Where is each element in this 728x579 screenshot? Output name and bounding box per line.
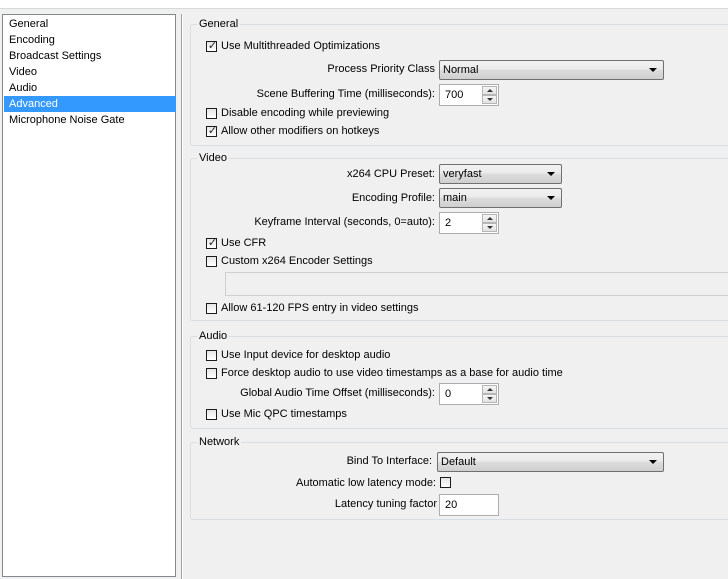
bind-interface-label: Bind To Interface: [346, 455, 432, 467]
checkmark-icon: ✓ [207, 125, 218, 137]
sidebar-item-advanced[interactable]: Advanced [4, 96, 176, 112]
checkmark-icon: ✓ [207, 237, 218, 249]
use-cfr-checkbox[interactable]: ✓ [206, 237, 218, 249]
fps-entry-checkbox[interactable] [206, 303, 217, 314]
priority-value: Normal [443, 64, 479, 76]
hotkey-modifiers-label[interactable]: Allow other modifiers on hotkeys [221, 123, 379, 139]
bind-interface-dropdown[interactable]: Default [437, 452, 664, 472]
general-group-title: General [197, 18, 241, 31]
buffering-spinbox[interactable]: 700 [439, 84, 499, 106]
spin-up-icon[interactable] [482, 86, 497, 95]
spin-up-icon[interactable] [482, 214, 497, 223]
cpu-preset-dropdown[interactable]: veryfast [439, 164, 562, 184]
buffering-label: Scene Buffering Time (milliseconds): [256, 88, 435, 100]
network-group-title: Network [197, 436, 242, 449]
window-top-strip [0, 0, 728, 9]
custom-x264-settings-input[interactable] [225, 272, 728, 296]
force-timestamps-checkbox[interactable] [206, 368, 217, 379]
input-device-checkbox[interactable] [206, 350, 217, 361]
sidebar-item-encoding[interactable]: Encoding [4, 32, 176, 48]
low-latency-checkbox[interactable] [440, 477, 451, 488]
hotkey-modifiers-checkbox[interactable]: ✓ [206, 125, 218, 137]
disable-encoding-label[interactable]: Disable encoding while previewing [221, 105, 389, 121]
sidebar-item-audio[interactable]: Audio [4, 80, 176, 96]
keyframe-spinbox[interactable]: 2 [439, 212, 499, 234]
multithreaded-label[interactable]: Use Multithreaded Optimizations [221, 38, 380, 54]
spin-up-icon[interactable] [482, 385, 497, 394]
checkmark-icon: ✓ [207, 40, 218, 52]
sidebar-item-microphone-noise-gate[interactable]: Microphone Noise Gate [4, 112, 176, 128]
priority-dropdown[interactable]: Normal [439, 60, 664, 80]
low-latency-label: Automatic low latency mode: [295, 477, 436, 489]
mic-qpc-checkbox[interactable] [206, 409, 217, 420]
chevron-down-icon [649, 460, 657, 464]
cpu-preset-label: x264 CPU Preset: [346, 168, 435, 180]
buffering-value: 700 [445, 89, 464, 101]
spin-down-icon[interactable] [482, 394, 497, 403]
sidebar-item-video[interactable]: Video [4, 64, 176, 80]
chevron-down-icon [547, 172, 555, 176]
fps-entry-label[interactable]: Allow 61-120 FPS entry in video settings [221, 300, 419, 316]
force-timestamps-label[interactable]: Force desktop audio to use video timesta… [221, 365, 563, 381]
custom-x264-checkbox[interactable] [206, 256, 217, 267]
chevron-down-icon [649, 68, 657, 72]
keyframe-label: Keyframe Interval (seconds, 0=auto): [254, 216, 435, 228]
video-group-title: Video [197, 152, 229, 165]
use-cfr-label[interactable]: Use CFR [221, 235, 266, 251]
keyframe-value: 2 [445, 217, 452, 229]
panel-divider [181, 14, 183, 579]
spin-down-icon[interactable] [482, 223, 497, 232]
priority-label: Process Priority Class [327, 63, 435, 75]
multithreaded-checkbox[interactable]: ✓ [206, 40, 218, 52]
latency-factor-label: Latency tuning factor [334, 498, 437, 510]
audio-group-title: Audio [197, 330, 230, 343]
latency-factor-input[interactable]: 20 [439, 494, 499, 516]
settings-category-list[interactable]: General Encoding Broadcast Settings Vide… [2, 14, 176, 577]
sidebar-item-broadcast-settings[interactable]: Broadcast Settings [4, 48, 176, 64]
audio-offset-spinbox[interactable]: 0 [439, 383, 499, 405]
encoding-profile-dropdown[interactable]: main [439, 188, 562, 208]
audio-offset-label: Global Audio Time Offset (milliseconds): [240, 387, 435, 399]
latency-factor-value: 20 [445, 499, 458, 511]
mic-qpc-label[interactable]: Use Mic QPC timestamps [221, 406, 347, 422]
custom-x264-label[interactable]: Custom x264 Encoder Settings [221, 253, 373, 269]
cpu-preset-value: veryfast [443, 168, 482, 180]
sidebar-item-general[interactable]: General [4, 16, 176, 32]
audio-offset-value: 0 [445, 388, 452, 400]
chevron-down-icon [547, 196, 555, 200]
input-device-label[interactable]: Use Input device for desktop audio [221, 347, 390, 363]
encoding-profile-value: main [443, 192, 467, 204]
disable-encoding-checkbox[interactable] [206, 108, 217, 119]
bind-interface-value: Default [441, 456, 476, 468]
encoding-profile-label: Encoding Profile: [351, 192, 435, 204]
spin-down-icon[interactable] [482, 95, 497, 104]
